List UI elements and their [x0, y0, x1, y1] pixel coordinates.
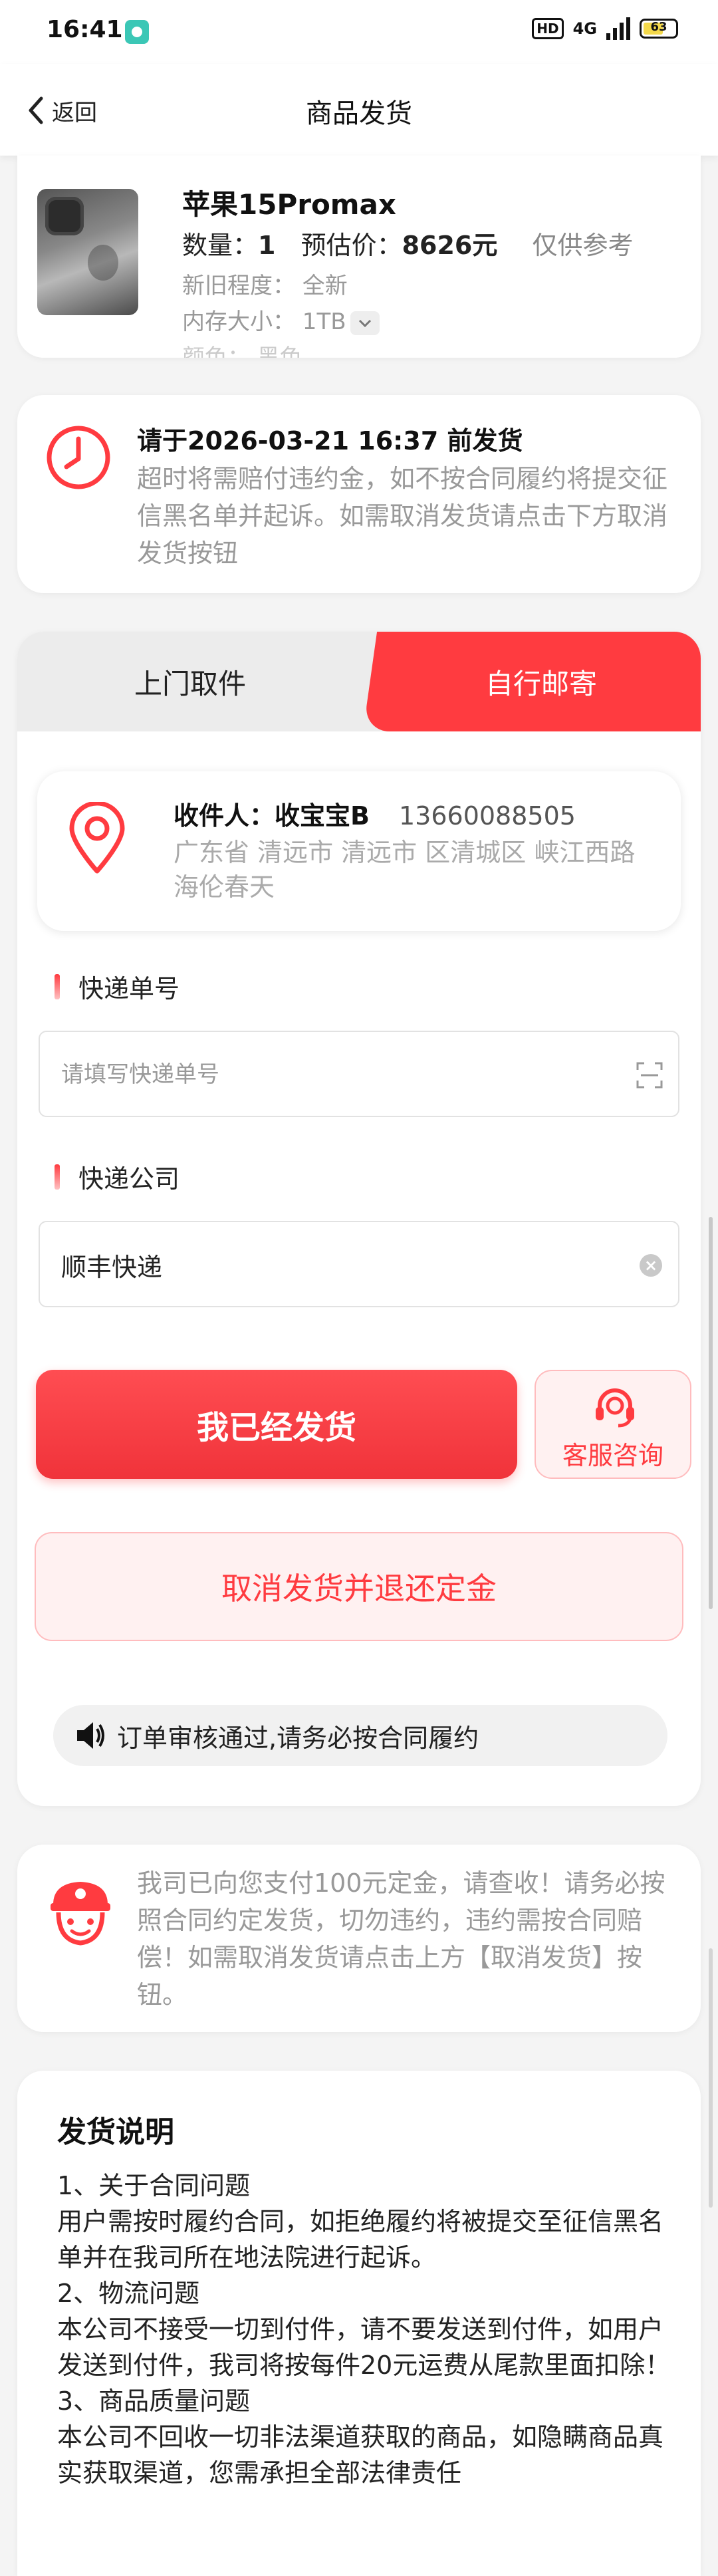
receiver-card: 收件人：收宝宝B 13660088505 广东省 清远市 清远市 区清城区 峡江西… — [37, 771, 681, 931]
company-label-text: 快递公司 — [78, 1164, 180, 1194]
tracking-number-label: 快递单号 — [55, 968, 180, 1005]
shipped-button[interactable]: 我已经发货 — [36, 1370, 517, 1479]
notice-text: 订单审核通过,请务必按合同履约 — [117, 1723, 479, 1753]
instructions-title: 发货说明 — [57, 2115, 174, 2149]
price-label: 预估价： — [300, 231, 402, 260]
battery-icon: 63 — [640, 19, 678, 39]
tab-pickup[interactable]: 上门取件 — [17, 632, 363, 731]
deadline-description: 超时将需赔付违约金，如不按合同履约将提交征信黑名单并起诉。如需取消发货请点击下方… — [137, 464, 668, 568]
price-value: 8626元 — [402, 231, 498, 260]
navigation-bar: 返回 商品发货 — [0, 64, 718, 156]
instructions-body: 1、关于合同问题 用户需按时履约合同，如拒绝履约将被提交至征信黑名单并在我司所在… — [57, 2168, 675, 2491]
instructions-card: 发货说明 1、关于合同问题 用户需按时履约合同，如拒绝履约将被提交至征信黑名单并… — [17, 2071, 701, 2576]
shipping-tabs: 上门取件 自行邮寄 — [17, 632, 701, 731]
clock-icon — [47, 426, 110, 489]
tracking-number-input[interactable] — [60, 1032, 614, 1117]
deadline-title: 请于2026-03-21 16:37 前发货 — [137, 426, 523, 455]
tab-self-mail[interactable]: 自行邮寄 — [382, 632, 701, 731]
instruction-heading: 3、商品质量问题 — [57, 2386, 251, 2416]
quantity-value: 1 — [258, 231, 276, 260]
product-image — [37, 189, 138, 315]
quantity-label: 数量： — [182, 231, 259, 260]
courier-company-label: 快递公司 — [55, 1158, 180, 1195]
notice-bar: 订单审核通过,请务必按合同履约 — [53, 1705, 667, 1766]
status-bar: 16:41 HD 4G 63 — [0, 0, 718, 64]
condition-text: 新旧程度： 全新 — [182, 273, 348, 299]
headset-icon — [596, 1388, 634, 1428]
product-card: 苹果15Promax 数量：1 预估价：8626元 仅供参考 新旧程度： 全新 … — [17, 156, 701, 358]
storage-row: 内存大小： 1TB — [182, 303, 380, 336]
instruction-heading: 1、关于合同问题 — [57, 2171, 251, 2200]
hd-badge: HD — [532, 18, 564, 39]
instruction-text: 用户需按时履约合同，如拒绝履约将被提交至征信黑名单并在我司所在地法院进行起诉。 — [57, 2207, 664, 2272]
color-text: 颜色： 黑色 — [182, 344, 302, 358]
deadline-card: 请于2026-03-21 16:37 前发货 超时将需赔付违约金，如不按合同履约… — [17, 395, 701, 593]
receiver-label: 收件人： — [174, 801, 275, 831]
scrollbar-track — [709, 1948, 713, 2208]
receiver-phone: 13660088505 — [398, 801, 576, 831]
instruction-text: 本公司不接受一切到付件，请不要发送到付件，如用户发送到付件，我司将按每件20元运… — [57, 2315, 671, 2380]
cancel-shipment-button[interactable]: 取消发货并退还定金 — [35, 1532, 683, 1641]
chevron-down-icon — [358, 319, 371, 327]
storage-text: 内存大小： 1TB — [182, 309, 346, 335]
tracking-field — [39, 1031, 679, 1117]
label-accent-bar — [55, 973, 60, 999]
courier-company-input[interactable] — [60, 1222, 614, 1307]
shipping-card: 上门取件 自行邮寄 收件人：收宝宝B 13660088505 广东省 清远市 清远… — [17, 632, 701, 1806]
scan-icon[interactable] — [636, 1061, 663, 1089]
receiver-info: 收件人：收宝宝B 13660088505 — [174, 795, 576, 832]
scrollbar[interactable] — [709, 1217, 713, 1609]
signal-icon — [606, 17, 630, 40]
expand-button[interactable] — [350, 311, 380, 335]
deposit-card: 我司已向您支付100元定金，请查收！请务必按照合同约定发货，切勿违约，违约需按合… — [17, 1845, 701, 2032]
clear-icon[interactable]: × — [640, 1254, 662, 1277]
status-time: 16:41 — [47, 16, 123, 43]
location-pin-icon — [69, 802, 125, 874]
product-name: 苹果15Promax — [182, 188, 396, 221]
tracking-label-text: 快递单号 — [78, 974, 180, 1003]
status-icons: HD 4G 63 — [532, 17, 678, 40]
instruction-heading: 2、物流问题 — [57, 2279, 200, 2308]
price-note: 仅供参考 — [532, 231, 634, 260]
instruction-text: 本公司不回收一切非法渠道获取的商品，如隐瞒商品真实获取渠道，您需承担全部法律责任 — [57, 2422, 664, 2488]
receiver-name: 收宝宝B — [275, 801, 370, 831]
company-field: × — [39, 1221, 679, 1307]
courier-avatar-icon — [51, 1882, 110, 1946]
battery-level: 63 — [650, 20, 667, 34]
customer-service-button[interactable]: 客服咨询 — [535, 1370, 691, 1479]
network-type: 4G — [572, 19, 597, 38]
customer-service-label: 客服咨询 — [562, 1441, 663, 1470]
chat-app-icon — [125, 20, 149, 44]
page-title: 商品发货 — [306, 98, 412, 129]
deposit-message: 我司已向您支付100元定金，请查收！请务必按照合同约定发货，切勿违约，违约需按合… — [137, 1868, 665, 2009]
speaker-icon — [77, 1722, 104, 1749]
product-quantity-price: 数量：1 预估价：8626元 仅供参考 — [182, 225, 633, 261]
label-accent-bar — [55, 1164, 60, 1190]
receiver-address: 广东省 清远市 清远市 区清城区 峡江西路海伦春天 — [174, 838, 636, 902]
